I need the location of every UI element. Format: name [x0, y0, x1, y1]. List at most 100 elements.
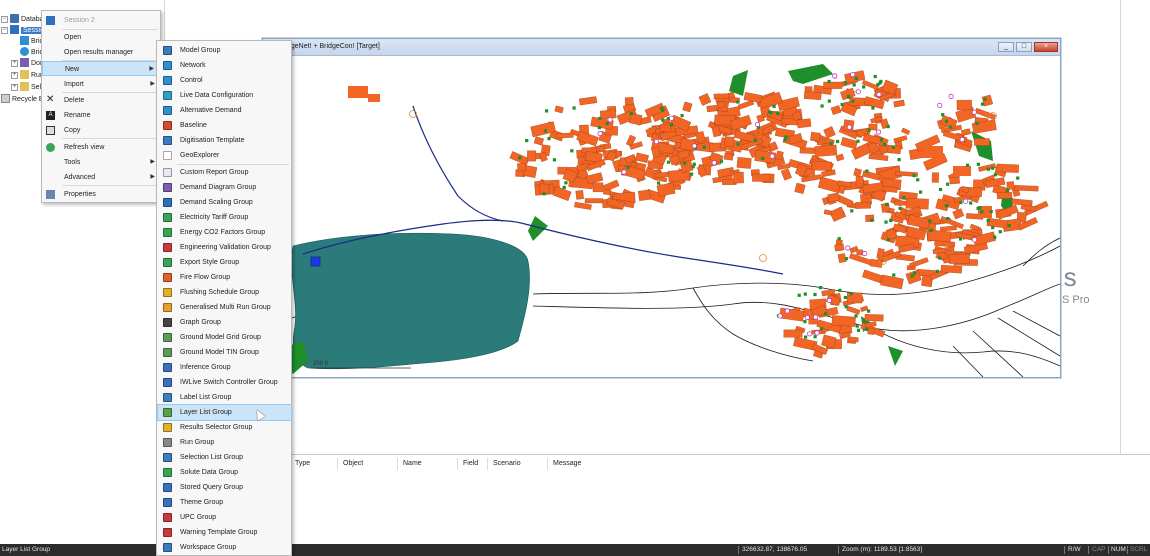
context-menu: Session 2 Open Open results manager New ▶…: [41, 10, 161, 203]
menu-item-refresh-view[interactable]: Refresh view: [42, 140, 160, 155]
hydrant-21: [850, 71, 856, 78]
tree-item-network[interactable]: Brid: [20, 36, 43, 47]
submenu-item-iwlive-switch-controller-group[interactable]: IWLive Switch Controller Group: [158, 375, 291, 390]
expand-toggle[interactable]: −: [1, 27, 8, 34]
column-header-message[interactable]: Message: [553, 460, 581, 467]
submenu-item-geoexplorer[interactable]: GeoExplorer: [158, 148, 291, 163]
submenu-item-network[interactable]: Network: [158, 58, 291, 73]
menu-item-label: Properties: [64, 191, 96, 198]
submenu-item-warning-template-group[interactable]: Warning Template Group: [158, 525, 291, 540]
submenu-item-live-data-configuration[interactable]: Live Data Configuration: [158, 88, 291, 103]
iwlive-switch-controller-group-icon: [163, 378, 172, 387]
building-206: [713, 93, 729, 99]
node-84: [975, 121, 979, 125]
submenu-item-label: Demand Scaling Group: [180, 199, 253, 206]
submenu-item-selection-list-group[interactable]: Selection List Group: [158, 450, 291, 465]
hydrant-3: [832, 73, 838, 79]
submenu-item-workspace-group[interactable]: Workspace Group: [158, 540, 291, 555]
expand-toggle[interactable]: +: [11, 84, 18, 91]
building-146: [706, 104, 718, 113]
menu-item-open-results-manager[interactable]: Open results manager: [42, 45, 160, 60]
submenu-item-label: Ground Model TIN Group: [180, 349, 259, 356]
menu-item-tools[interactable]: Tools ▶: [42, 155, 160, 170]
submenu-item-label: Digitisation Template: [180, 137, 245, 144]
hydrant-9: [769, 153, 775, 159]
submenu-item-fire-flow-group[interactable]: Fire Flow Group: [158, 270, 291, 285]
building-92: [598, 145, 606, 153]
minimize-button[interactable]: _: [998, 42, 1014, 52]
submenu-item-label: Run Group: [180, 439, 215, 446]
submenu-item-layer-list-group[interactable]: Layer List Group: [157, 404, 292, 421]
network-icon: [163, 61, 172, 70]
submenu-item-engineering-validation-group[interactable]: Engineering Validation Group: [158, 240, 291, 255]
node-135: [843, 295, 847, 300]
submenu-item-demand-scaling-group[interactable]: Demand Scaling Group: [158, 195, 291, 210]
menu-item-new[interactable]: New ▶: [42, 61, 160, 76]
menu-item-delete[interactable]: ✕ Delete: [42, 93, 160, 108]
building-378: [847, 292, 863, 304]
submenu-item-run-group[interactable]: Run Group: [158, 435, 291, 450]
column-header-field[interactable]: Field: [463, 460, 478, 467]
menu-item-open[interactable]: Open: [42, 30, 160, 45]
submenu-item-digitisation-template[interactable]: Digitisation Template: [158, 133, 291, 148]
submenu-item-upc-group[interactable]: UPC Group: [158, 510, 291, 525]
submenu-item-control[interactable]: Control: [158, 73, 291, 88]
network-map[interactable]: 250 ft: [263, 56, 1060, 377]
node-89: [897, 158, 901, 162]
submenu-item-label-list-group[interactable]: Label List Group: [158, 390, 291, 405]
submenu-item-custom-report-group[interactable]: Custom Report Group: [158, 165, 291, 180]
hydrant-28: [711, 160, 717, 166]
geoplan-window[interactable]: dgeNet! + BridgeCon! [Target] _ □ × 250 …: [262, 38, 1061, 378]
column-header-type[interactable]: Type: [295, 460, 310, 467]
node-104: [876, 83, 880, 87]
submenu-item-ground-model-tin-group[interactable]: Ground Model TIN Group: [158, 345, 291, 360]
expand-toggle[interactable]: +: [11, 72, 18, 79]
submenu-item-model-group[interactable]: Model Group: [158, 43, 291, 58]
submenu-item-alternative-demand[interactable]: Alternative Demand: [158, 103, 291, 118]
geoexplorer-icon: [163, 151, 172, 160]
delete-icon: ✕: [46, 94, 55, 105]
submenu-item-demand-diagram-group[interactable]: Demand Diagram Group: [158, 180, 291, 195]
submenu-item-label: Custom Report Group: [180, 169, 249, 176]
tree-item-recycle-bin[interactable]: Recycle B: [1, 94, 44, 105]
expand-toggle[interactable]: −: [1, 16, 8, 23]
submenu-item-results-selector-group[interactable]: Results Selector Group: [158, 420, 291, 435]
window-titlebar[interactable]: dgeNet! + BridgeCon! [Target] _ □ ×: [263, 39, 1060, 56]
menu-item-copy[interactable]: Copy: [42, 123, 160, 138]
menu-item-rename[interactable]: A Rename: [42, 108, 160, 123]
close-button[interactable]: ×: [1034, 42, 1058, 52]
tree-item-control[interactable]: Brid: [20, 47, 43, 58]
expand-toggle[interactable]: +: [11, 60, 18, 67]
submenu-item-graph-group[interactable]: Graph Group: [158, 315, 291, 330]
node-52: [598, 116, 602, 120]
control-icon: [163, 76, 172, 85]
submenu-item-ground-model-grid-group[interactable]: Ground Model Grid Group: [158, 330, 291, 345]
column-header-object[interactable]: Object: [343, 460, 363, 467]
node-47: [840, 103, 844, 107]
menu-item-advanced[interactable]: Advanced ▶: [42, 170, 160, 185]
submenu-item-inference-group[interactable]: Inference Group: [158, 360, 291, 375]
submenu-item-export-style-group[interactable]: Export Style Group: [158, 255, 291, 270]
submenu-item-flushing-schedule-group[interactable]: Flushing Schedule Group: [158, 285, 291, 300]
node-130: [993, 173, 997, 177]
refresh-icon: [46, 143, 55, 152]
column-header-scenario[interactable]: Scenario: [493, 460, 521, 467]
menu-item-import[interactable]: Import ▶: [42, 77, 160, 92]
hydrant-20: [621, 169, 627, 175]
column-header-name[interactable]: Name: [403, 460, 422, 467]
node-137: [898, 206, 902, 210]
map-canvas[interactable]: 250 ft: [263, 56, 1060, 377]
submenu-item-baseline[interactable]: Baseline: [158, 118, 291, 133]
node-24: [864, 327, 868, 331]
maximize-button[interactable]: □: [1016, 42, 1032, 52]
submenu-item-energy-co2-factors-group[interactable]: Energy CO2 Factors Group: [158, 225, 291, 240]
submenu-item-stored-query-group[interactable]: Stored Query Group: [158, 480, 291, 495]
node-93: [804, 335, 808, 339]
recycle-bin-icon: [1, 94, 10, 103]
submenu-item-solute-data-group[interactable]: Solute Data Group: [158, 465, 291, 480]
submenu-item-electricity-tariff-group[interactable]: Electricity Tariff Group: [158, 210, 291, 225]
menu-item-properties[interactable]: Properties: [42, 187, 160, 202]
submenu-item-generalised-multi-run-group[interactable]: Generalised Multi Run Group: [158, 300, 291, 315]
node-7: [803, 292, 807, 296]
submenu-item-theme-group[interactable]: Theme Group: [158, 495, 291, 510]
